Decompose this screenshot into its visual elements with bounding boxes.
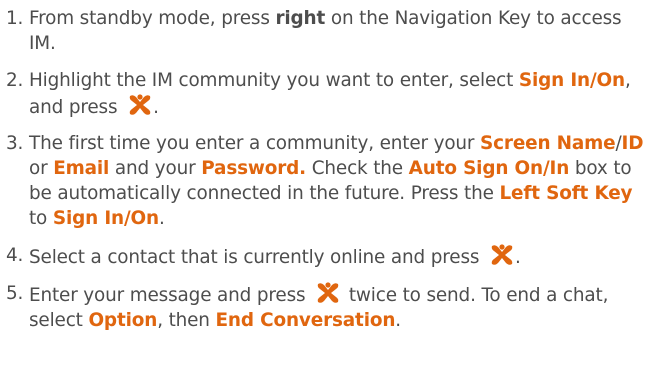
step-text: Highlight the IM community you want to e… [29,69,519,91]
step-text: and your [109,158,202,179]
step-text: . [395,310,401,331]
menu-label-sign-in: Sign In/On [52,208,159,229]
step-text: Enter your message and press [29,285,312,306]
key-label-left-soft-key: Left Soft Key [499,183,633,204]
ok-key-icon [127,93,153,117]
key-label-right: right [275,8,326,29]
step-text: . [158,208,165,229]
step-5: 5. Enter your message and press twice to… [0,281,650,333]
step-text: . [153,96,159,118]
step-text: , then [157,310,216,331]
step-3: 3. The first time you enter a community,… [0,131,650,231]
step-text: . [515,246,521,268]
step-2: 2. Highlight the IM community you want t… [0,68,650,120]
step-number: 1. [6,8,24,29]
step-text: to [29,208,53,229]
menu-label-end-conversation: End Conversation [215,310,396,331]
field-label-screen-name: Screen Name [480,133,616,154]
field-label-id: ID [621,133,644,154]
menu-label-sign-in: Sign In/On [518,69,625,91]
step-text: Check the [306,158,409,179]
step-text: or [29,158,54,179]
step-number: 5. [6,283,24,304]
step-text: From standby mode, press [29,8,276,29]
step-number: 4. [6,244,24,266]
ok-key-icon [489,243,515,267]
checkbox-label-auto-sign-on: Auto Sign On/In [408,158,570,179]
instruction-steps: 1. From standby mode, press right on the… [0,6,650,333]
step-number: 2. [6,69,24,91]
field-label-password: Password. [201,158,307,179]
field-label-email: Email [53,158,110,179]
ok-key-icon [315,281,341,305]
step-1: 1. From standby mode, press right on the… [0,6,650,56]
step-text: Select a contact that is currently onlin… [29,246,486,268]
step-text: The first time you enter a community, en… [29,133,481,154]
step-number: 3. [6,133,24,154]
menu-label-option: Option [88,310,158,331]
step-4: 4. Select a contact that is currently on… [0,243,650,270]
